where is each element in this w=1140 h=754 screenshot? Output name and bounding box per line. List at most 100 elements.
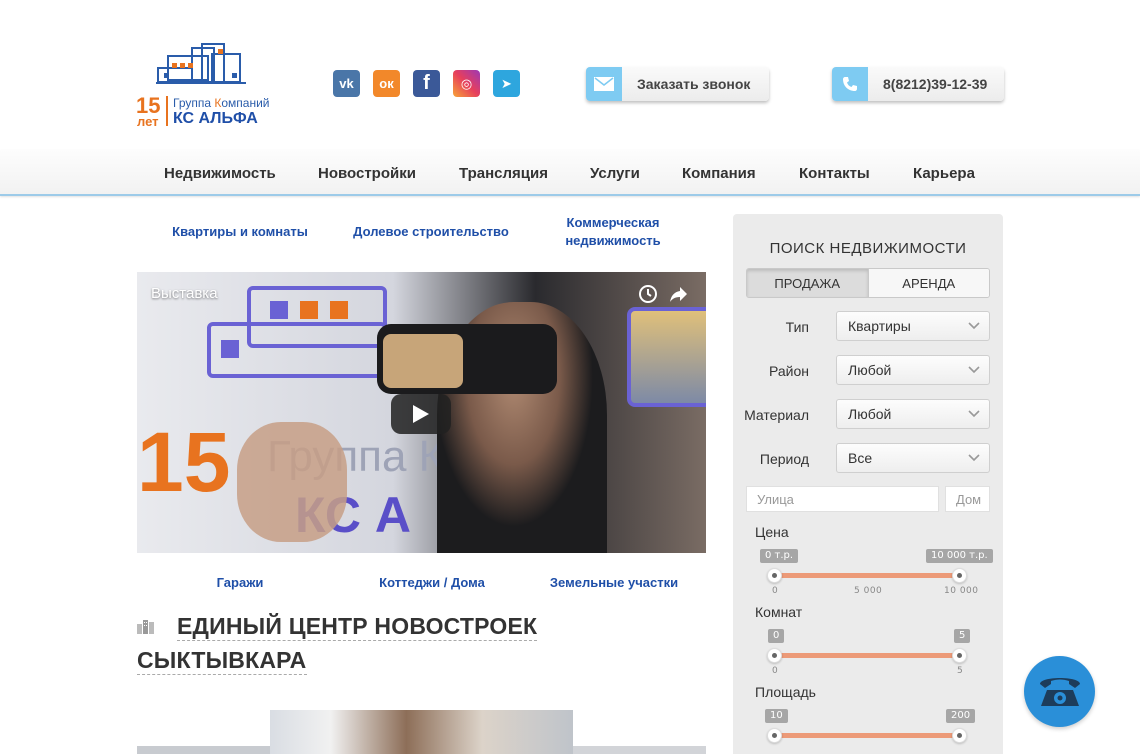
instagram-icon[interactable]: ◎ <box>453 70 480 97</box>
play-button[interactable] <box>391 394 451 434</box>
phone-number: 8(8212)39-12-39 <box>883 76 988 92</box>
deal-type-tabs: ПРОДАЖА АРЕНДА <box>746 268 990 298</box>
chevron-down-icon <box>968 366 980 374</box>
callback-button[interactable]: Заказать звонок <box>586 67 769 101</box>
buildings-icon <box>137 620 154 634</box>
area-max-handle[interactable] <box>952 728 967 743</box>
price-tick: 10 000 <box>944 586 979 596</box>
video-bg-poster <box>627 307 706 407</box>
tab-rent[interactable]: АРЕНДА <box>867 269 989 297</box>
property-search-panel: ПОИСК НЕДВИЖИМОСТИ ПРОДАЖА АРЕНДА Тип Кв… <box>733 214 1003 754</box>
video-player[interactable]: 15 Группа Ко ий КС А Выставка <box>137 272 706 553</box>
area-min-bubble: 10 <box>765 709 788 723</box>
area-slider[interactable]: 10 200 <box>765 709 976 749</box>
rooms-min-handle[interactable] <box>767 648 782 663</box>
search-title: ПОИСК НЕДВИЖИМОСТИ <box>769 240 967 257</box>
period-value: Все <box>848 450 873 466</box>
facebook-icon[interactable]: f <box>413 70 440 97</box>
nav-item-contacts[interactable]: Контакты <box>799 165 870 182</box>
material-value: Любой <box>848 406 892 422</box>
logo-divider <box>166 96 168 126</box>
district-value: Любой <box>848 362 892 378</box>
rooms-tick: 5 <box>957 666 964 676</box>
price-max-handle[interactable] <box>952 568 967 583</box>
link-garages[interactable]: Гаражи <box>180 574 300 592</box>
site-header: 15 лет Группа Компаний КС АЛЬФА vk ок f … <box>0 0 1140 148</box>
street-input[interactable]: Улица <box>746 486 939 512</box>
district-label: Район <box>769 363 809 379</box>
period-select[interactable]: Все <box>836 443 990 473</box>
type-value: Квартиры <box>848 318 911 334</box>
section-title-line1: ЕДИНЫЙ ЦЕНТР НОВОСТРОЕК <box>177 613 538 641</box>
nav-item-services[interactable]: Услуги <box>590 165 640 182</box>
link-commercial[interactable]: Коммерческая недвижимость <box>548 214 678 250</box>
callback-fab[interactable] <box>1024 656 1095 727</box>
material-label: Материал <box>744 407 809 423</box>
section-title-line2: СЫКТЫВКАРА <box>137 647 307 675</box>
price-track <box>774 573 960 578</box>
logo-group-text: Группа Компаний <box>173 96 270 110</box>
rooms-label: Комнат <box>755 604 803 620</box>
link-apartments[interactable]: Квартиры и комнаты <box>160 223 320 241</box>
price-min-bubble: 0 т.р. <box>760 549 799 563</box>
vk-icon[interactable]: vk <box>333 70 360 97</box>
link-land[interactable]: Земельные участки <box>544 574 684 592</box>
rooms-track <box>774 653 960 658</box>
nav-item-newbuilds[interactable]: Новостройки <box>318 165 416 182</box>
odnoklassniki-icon[interactable]: ок <box>373 70 400 97</box>
phone-icon <box>832 67 868 101</box>
rooms-slider[interactable]: 0 5 0 5 <box>767 629 971 676</box>
rooms-max-handle[interactable] <box>952 648 967 663</box>
logo-years-number: 15 <box>136 93 161 118</box>
envelope-icon <box>586 67 622 101</box>
callback-label: Заказать звонок <box>637 76 751 92</box>
video-bg-15: 15 <box>137 415 231 509</box>
play-icon <box>413 405 429 423</box>
video-bg-square <box>221 340 239 358</box>
price-min-handle[interactable] <box>767 568 782 583</box>
link-cottages[interactable]: Коттеджи / Дома <box>366 574 498 592</box>
video-bg-square <box>300 301 318 319</box>
video-bg-square <box>270 301 288 319</box>
company-logo[interactable]: 15 лет Группа Компаний КС АЛЬФА <box>136 42 271 130</box>
chevron-down-icon <box>968 410 980 418</box>
chevron-down-icon <box>968 322 980 330</box>
logo-company-name: КС АЛЬФА <box>173 110 258 127</box>
area-label: Площадь <box>755 684 816 700</box>
gallery-image-left <box>137 746 270 754</box>
price-tick: 5 000 <box>854 586 883 596</box>
video-title: Выставка <box>151 285 218 302</box>
link-shared-construction[interactable]: Долевое строительство <box>346 223 516 241</box>
price-label: Цена <box>755 524 789 540</box>
logo-years-word: лет <box>137 114 159 129</box>
price-max-bubble: 10 000 т.р. <box>926 549 993 563</box>
phone-button[interactable]: 8(8212)39-12-39 <box>832 67 1004 101</box>
rooms-min-bubble: 0 <box>768 629 785 643</box>
district-select[interactable]: Любой <box>836 355 990 385</box>
gallery-image-center[interactable] <box>270 710 573 754</box>
type-select[interactable]: Квартиры <box>836 311 990 341</box>
video-bg-square <box>330 301 348 319</box>
nav-item-company[interactable]: Компания <box>682 165 756 182</box>
social-links: vk ок f ◎ ➤ <box>333 70 520 97</box>
nav-item-realty[interactable]: Недвижимость <box>164 165 276 182</box>
tab-sale[interactable]: ПРОДАЖА <box>747 269 868 297</box>
type-label: Тип <box>785 319 809 335</box>
area-track <box>774 733 960 738</box>
nav-item-career[interactable]: Карьера <box>913 165 975 182</box>
price-tick: 0 <box>772 586 779 596</box>
rooms-max-bubble: 5 <box>954 629 971 643</box>
area-min-handle[interactable] <box>767 728 782 743</box>
share-icon[interactable] <box>669 284 689 309</box>
gallery-image-right <box>573 746 706 754</box>
telegram-icon[interactable]: ➤ <box>493 70 520 97</box>
house-input[interactable]: Дом <box>945 486 990 512</box>
area-max-bubble: 200 <box>946 709 976 723</box>
video-hand <box>237 422 347 542</box>
chevron-down-icon <box>968 454 980 462</box>
vr-phone <box>383 334 463 388</box>
material-select[interactable]: Любой <box>836 399 990 429</box>
price-slider[interactable]: 0 т.р. 10 000 т.р. 0 5 000 10 000 <box>760 549 993 596</box>
nav-item-broadcast[interactable]: Трансляция <box>459 165 548 182</box>
watch-later-icon[interactable] <box>638 284 658 309</box>
